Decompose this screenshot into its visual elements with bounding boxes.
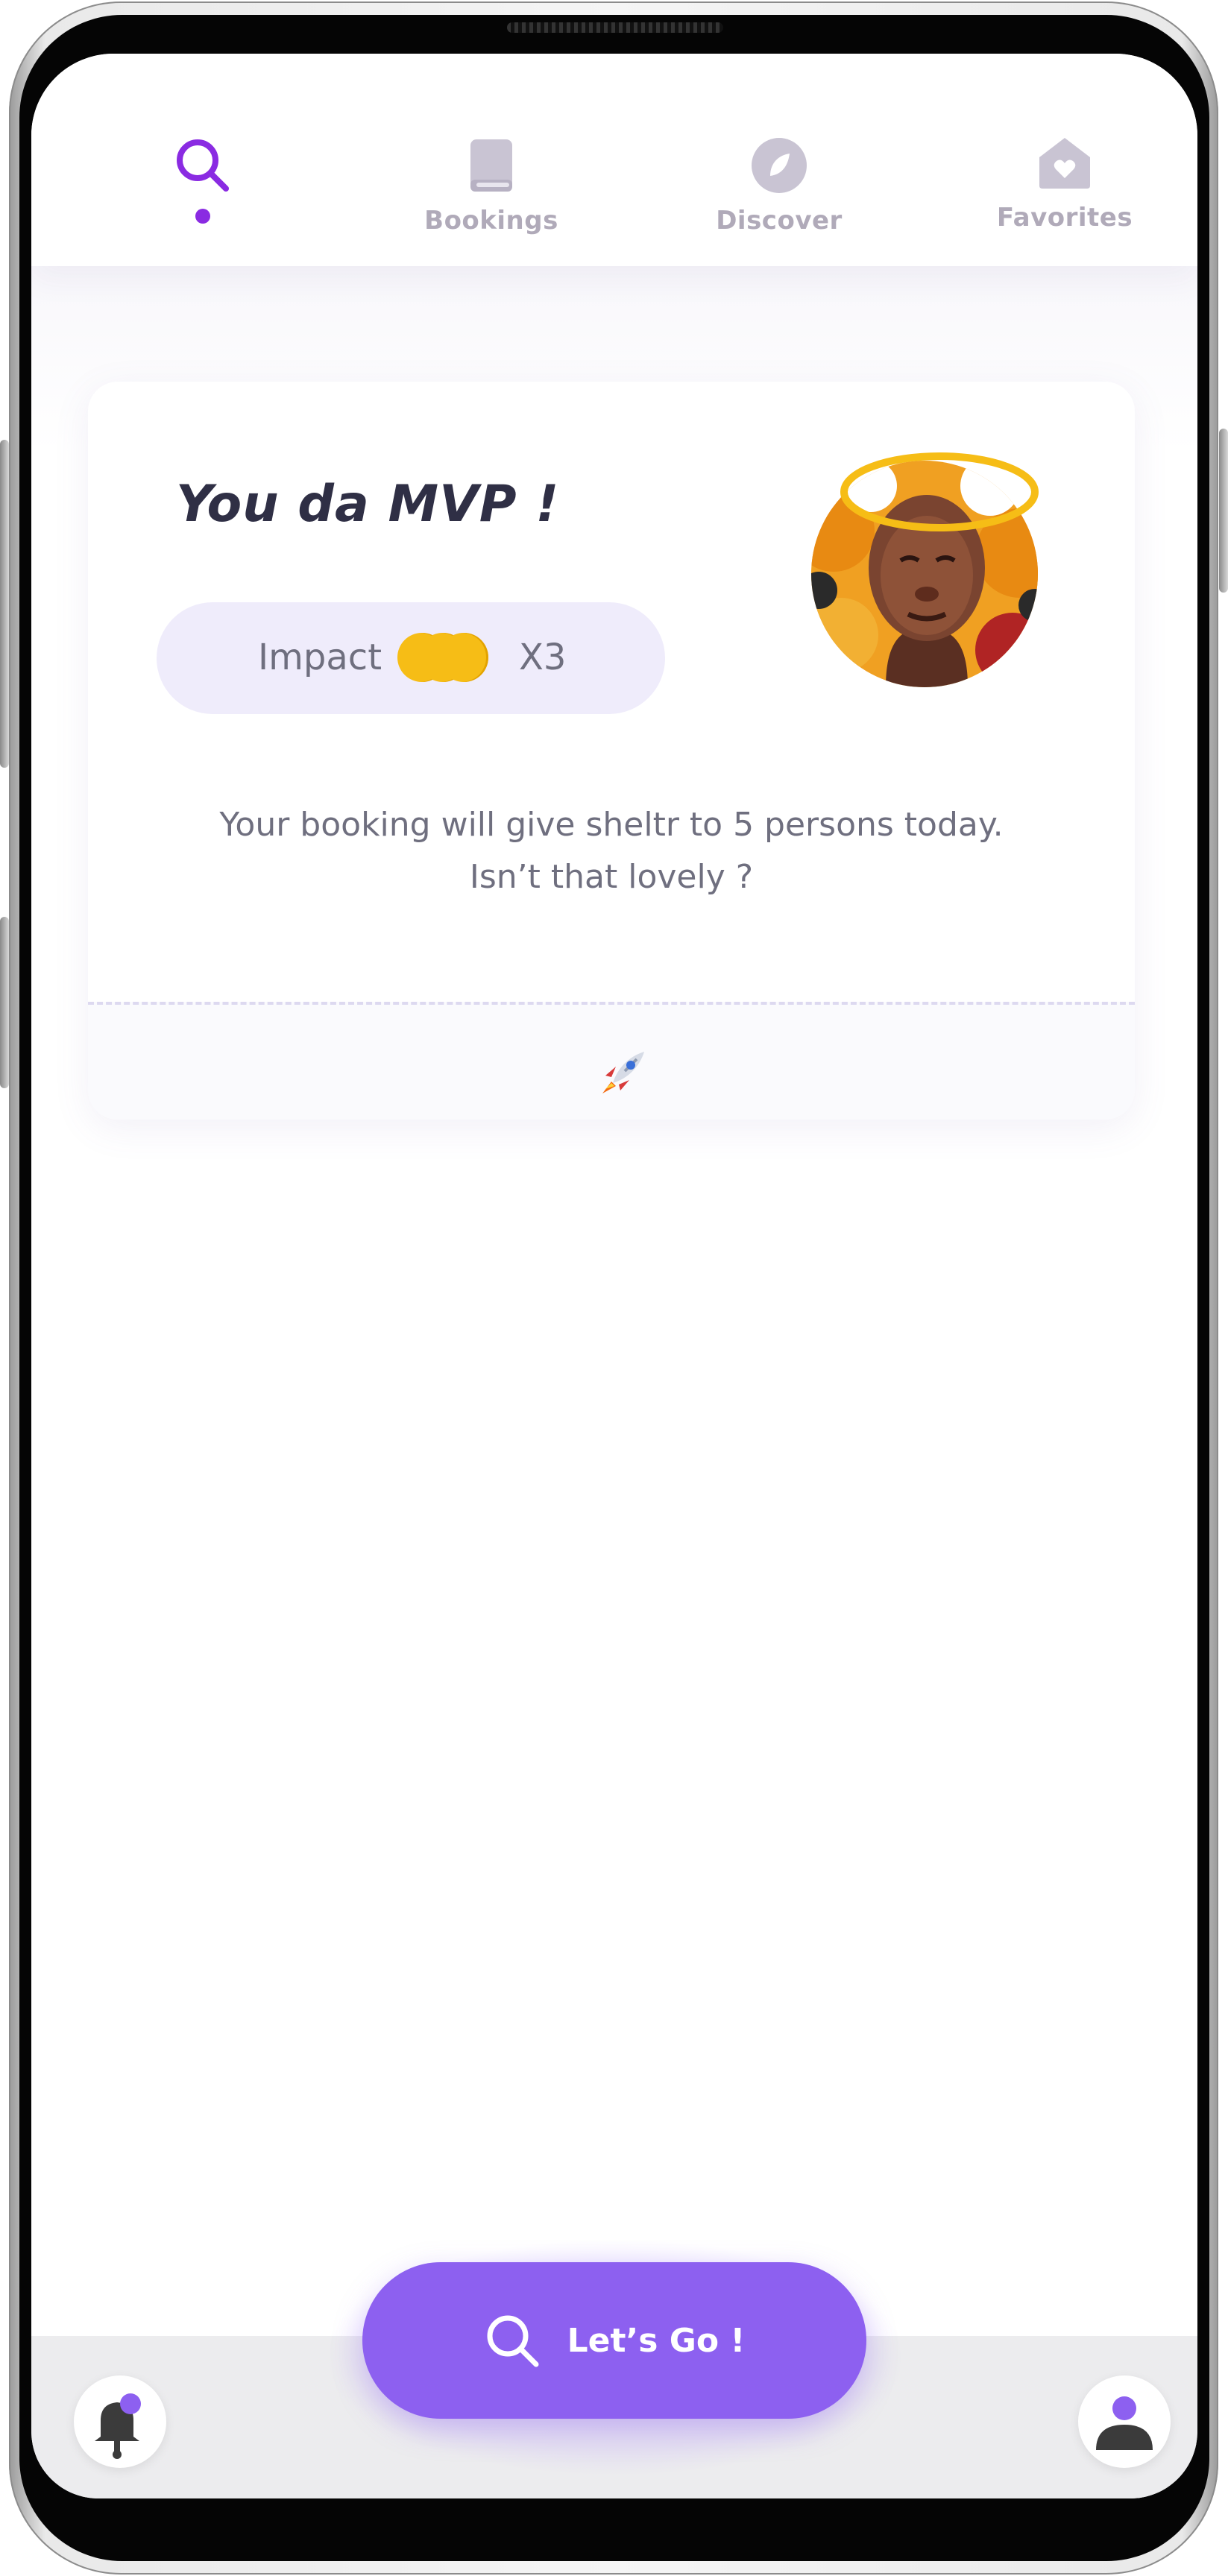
card-footer xyxy=(88,1002,1135,1120)
impact-multiplier: X3 xyxy=(519,637,567,678)
coins-icon xyxy=(397,633,502,685)
lets-go-label: Let’s Go ! xyxy=(567,2321,746,2360)
volume-up-button xyxy=(0,440,9,768)
app-screen: Bookings Discover Favorites You da MVP !… xyxy=(31,54,1197,2498)
compass-leaf-icon xyxy=(750,136,808,195)
card-title: You da MVP ! xyxy=(176,475,560,534)
tab-discover[interactable]: Discover xyxy=(682,136,876,262)
search-icon xyxy=(174,136,232,195)
top-navigation: Bookings Discover Favorites xyxy=(31,54,1197,266)
impact-message: Your booking will give sheltr to 5 perso… xyxy=(88,799,1135,903)
bell-icon xyxy=(95,2393,141,2459)
tab-search[interactable] xyxy=(106,136,300,262)
active-tab-indicator xyxy=(195,209,210,224)
lets-go-button[interactable]: Let’s Go ! xyxy=(362,2262,866,2419)
notifications-button[interactable] xyxy=(74,2375,166,2468)
impact-badge: Impact X3 xyxy=(157,602,665,714)
tab-favorites[interactable]: Favorites xyxy=(968,133,1162,259)
impact-card: You da MVP ! Impact X3 Your booking will… xyxy=(88,382,1135,1120)
rocket-icon xyxy=(602,1052,644,1093)
tab-label-favorites: Favorites xyxy=(996,203,1133,233)
impact-label: Impact xyxy=(258,637,382,678)
power-button xyxy=(1219,429,1228,593)
earpiece-speaker xyxy=(507,22,723,33)
tab-label-discover: Discover xyxy=(716,206,843,236)
impact-message-line-1: Your booking will give sheltr to 5 perso… xyxy=(219,806,1004,844)
book-icon xyxy=(469,136,514,195)
volume-down-button xyxy=(0,917,9,1088)
house-heart-icon xyxy=(1035,133,1095,192)
search-icon xyxy=(487,2315,539,2367)
tab-bookings[interactable]: Bookings xyxy=(394,136,588,262)
profile-button[interactable] xyxy=(1078,2375,1171,2468)
haloed-portrait-avatar xyxy=(811,441,1050,687)
tab-label-bookings: Bookings xyxy=(424,206,558,236)
impact-message-line-2: Isn’t that lovely ? xyxy=(469,858,754,896)
user-icon xyxy=(1096,2396,1153,2450)
